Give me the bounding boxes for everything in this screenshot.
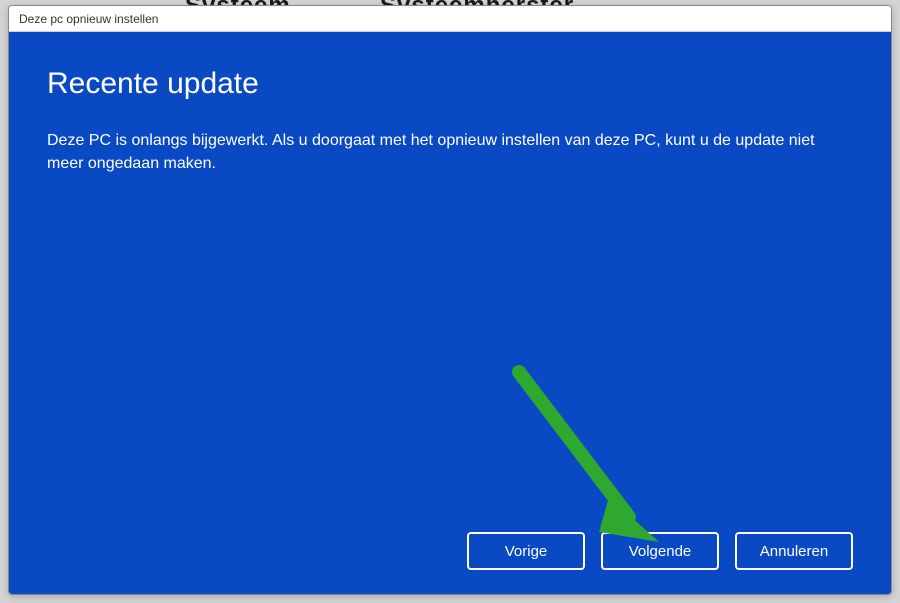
cancel-button[interactable]: Annuleren — [735, 532, 853, 570]
spacer — [47, 175, 853, 512]
button-row: Vorige Volgende Annuleren — [47, 532, 853, 570]
dialog-body-text: Deze PC is onlangs bijgewerkt. Als u doo… — [47, 129, 853, 175]
previous-button[interactable]: Vorige — [467, 532, 585, 570]
window-title: Deze pc opnieuw instellen — [19, 12, 158, 26]
dialog-window: Deze pc opnieuw instellen Recente update… — [8, 5, 892, 595]
window-titlebar: Deze pc opnieuw instellen — [9, 6, 891, 32]
dialog-content: Recente update Deze PC is onlangs bijgew… — [9, 32, 891, 594]
next-button[interactable]: Volgende — [601, 532, 719, 570]
dialog-heading: Recente update — [47, 67, 853, 101]
